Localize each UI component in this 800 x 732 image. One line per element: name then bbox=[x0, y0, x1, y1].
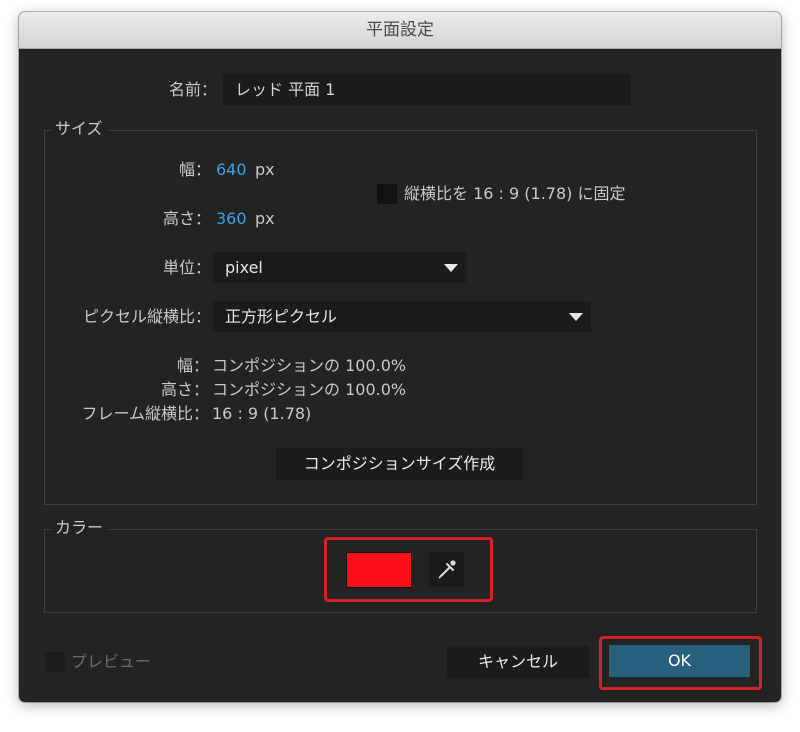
pixel-aspect-dropdown[interactable]: 正方形ピクセル bbox=[213, 301, 591, 332]
preview-checkbox[interactable] bbox=[45, 652, 65, 672]
dialog-title: 平面設定 bbox=[19, 12, 781, 49]
width-label: 幅： bbox=[178, 160, 211, 179]
color-group-title: カラー bbox=[51, 517, 110, 539]
eyedropper-icon bbox=[438, 560, 456, 579]
info-frame-aspect-label: フレーム縦横比： bbox=[81, 404, 209, 423]
height-label: 高さ： bbox=[162, 209, 211, 228]
make-comp-size-button[interactable]: コンポジションサイズ作成 bbox=[276, 448, 523, 480]
name-input[interactable]: レッド 平面 1 bbox=[223, 74, 631, 105]
lock-aspect-label: 縦横比を 16 : 9 (1.78) に固定 bbox=[404, 184, 626, 203]
info-height-label: 高さ： bbox=[160, 380, 209, 399]
units-dropdown-value: pixel bbox=[225, 258, 263, 277]
cancel-button[interactable]: キャンセル bbox=[447, 646, 589, 678]
name-label: 名前： bbox=[168, 80, 217, 99]
info-width-label: 幅： bbox=[176, 356, 209, 375]
preview-label: プレビュー bbox=[71, 652, 152, 671]
width-unit: px bbox=[255, 160, 275, 179]
size-group-title: サイズ bbox=[51, 118, 109, 140]
width-value[interactable]: 640 bbox=[216, 159, 247, 181]
solid-settings-dialog: 平面設定 名前： レッド 平面 1 サイズ 幅： 640 px 高さ： 360 … bbox=[19, 12, 781, 702]
info-width-value: コンポジションの 100.0% bbox=[212, 356, 407, 375]
lock-aspect-checkbox[interactable] bbox=[377, 184, 397, 204]
pixel-aspect-dropdown-value: 正方形ピクセル bbox=[225, 307, 338, 326]
height-unit: px bbox=[255, 209, 275, 228]
info-frame-aspect-value: 16 : 9 (1.78) bbox=[212, 404, 312, 423]
units-label: 単位： bbox=[162, 258, 211, 277]
height-value[interactable]: 360 bbox=[216, 208, 247, 230]
ok-button[interactable]: OK bbox=[609, 645, 750, 677]
chevron-down-icon bbox=[444, 264, 458, 272]
color-swatch[interactable] bbox=[346, 552, 412, 588]
units-dropdown[interactable]: pixel bbox=[213, 252, 466, 283]
info-height-value: コンポジションの 100.0% bbox=[212, 380, 407, 399]
pixel-aspect-label: ピクセル縦横比： bbox=[82, 307, 211, 326]
eyedropper-button[interactable] bbox=[429, 552, 464, 587]
chevron-down-icon bbox=[569, 313, 583, 321]
